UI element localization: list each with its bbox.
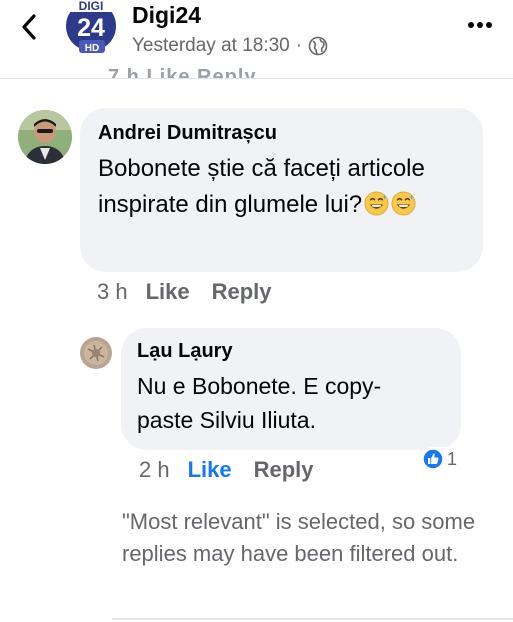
comment-actions: 3 h Like Reply: [97, 279, 272, 305]
avatar[interactable]: [80, 337, 112, 369]
reply-time[interactable]: 2 h: [139, 457, 170, 483]
comments-screen: DIGI 24 HD Digi24 Yesterday at 18:30 · 7…: [0, 0, 513, 622]
filter-notice: "Most relevant" is selected, so some rep…: [122, 509, 476, 566]
meta-separator: ·: [295, 35, 303, 56]
comment-time[interactable]: 3 h: [97, 279, 128, 305]
chevron-left-icon: [22, 14, 36, 40]
page-name[interactable]: Digi24: [132, 2, 201, 29]
like-button[interactable]: Like: [188, 457, 232, 483]
reply-author[interactable]: Lạu Lạury: [137, 340, 445, 363]
avatar[interactable]: [18, 110, 72, 164]
post-timestamp[interactable]: Yesterday at 18:30: [132, 35, 290, 57]
logo-badge: HD: [85, 43, 99, 54]
reply-text: Nu e Bobonete. E copy- paste Silviu Iliu…: [137, 369, 445, 437]
like-button[interactable]: Like: [146, 279, 190, 305]
reply-bubble: Lạu Lạury Nu e Bobonete. E copy- paste S…: [121, 328, 461, 450]
reply-actions: 2 h Like Reply: [139, 457, 314, 483]
comment-text: Bobonete știe că faceți articole inspira…: [98, 151, 465, 223]
back-button[interactable]: [14, 10, 44, 44]
grinning-sweat-emoji-icon: [364, 191, 389, 216]
divider: [112, 618, 513, 620]
post-header: DIGI 24 HD Digi24 Yesterday at 18:30 · 7…: [0, 0, 513, 79]
grinning-sweat-emoji-icon: [391, 191, 416, 216]
more-options-button[interactable]: [465, 10, 495, 40]
comment-bubble: Andrei Dumitrașcu Bobonete știe că faceț…: [80, 108, 483, 272]
reply-text-line: paste Silviu Iliuta.: [137, 407, 316, 433]
scrolled-comment-actions: 7 h Like Reply: [108, 66, 257, 79]
comment-author[interactable]: Andrei Dumitrașcu: [98, 122, 465, 145]
logo-number: 24: [77, 14, 105, 42]
more-dots-icon: [468, 22, 492, 28]
reply-button[interactable]: Reply: [212, 279, 272, 305]
reaction-count: 1: [447, 448, 458, 469]
reply-text-line: Nu e Bobonete. E copy-: [137, 373, 382, 399]
post-meta: Yesterday at 18:30 ·: [132, 35, 328, 57]
globe-icon: [308, 36, 328, 56]
like-reaction-icon: [422, 448, 444, 470]
page-logo[interactable]: DIGI 24 HD: [62, 0, 120, 56]
reaction-summary[interactable]: 1: [421, 447, 462, 471]
reply-button[interactable]: Reply: [254, 457, 314, 483]
logo-text: DIGI: [79, 0, 104, 13]
